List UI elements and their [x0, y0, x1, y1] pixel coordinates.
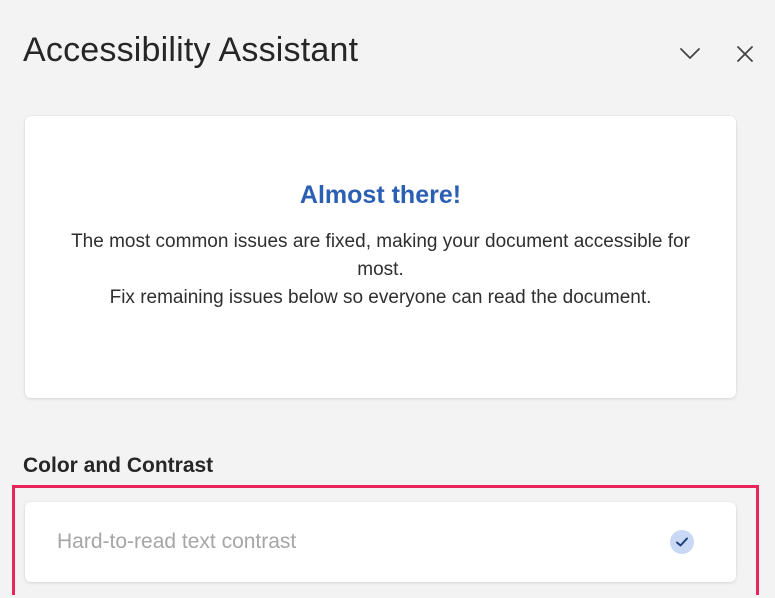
- collapse-pane-button[interactable]: [672, 36, 708, 72]
- accessibility-assistant-pane: Accessibility Assistant Almost there! Th…: [0, 0, 775, 598]
- pane-title: Accessibility Assistant: [23, 31, 359, 69]
- status-card: Almost there! The most common issues are…: [25, 116, 736, 398]
- status-message-line: Fix remaining issues below so everyone c…: [109, 287, 652, 308]
- checkmark-icon: [670, 530, 694, 554]
- chevron-down-icon: [679, 47, 701, 61]
- status-message: The most common issues are fixed, making…: [55, 228, 706, 312]
- close-icon: [736, 45, 754, 63]
- status-message-line: The most common issues are fixed, making…: [71, 231, 690, 280]
- section-heading-color-contrast: Color and Contrast: [23, 454, 214, 477]
- status-heading: Almost there!: [299, 181, 462, 209]
- issue-label: Hard-to-read text contrast: [57, 530, 297, 553]
- close-pane-button[interactable]: [727, 36, 763, 72]
- issue-item-hard-to-read-contrast[interactable]: Hard-to-read text contrast: [25, 502, 736, 582]
